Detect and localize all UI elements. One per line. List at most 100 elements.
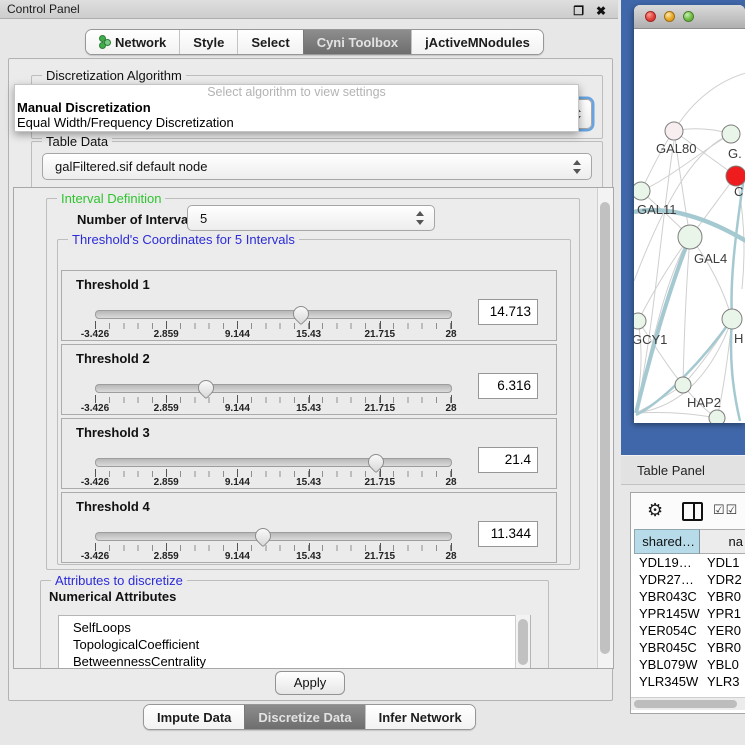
threshold-slider-track[interactable] [95, 532, 452, 541]
slider-major-ticks [95, 469, 451, 477]
slider-tick-label: 21.715 [365, 477, 396, 488]
zoom-traffic-light-icon[interactable] [683, 11, 694, 22]
slider-tick-label: 9.144 [225, 329, 250, 340]
cell-shared-name: YLR345W [634, 673, 700, 690]
close-traffic-light-icon[interactable] [645, 11, 656, 22]
num-intervals-spinner[interactable]: 5 [187, 205, 435, 231]
attributes-group-title: Attributes to discretize [51, 573, 187, 588]
attribute-item-selfloops[interactable]: SelfLoops [73, 619, 530, 636]
table-row[interactable]: YDR27…YDR2 [634, 571, 745, 588]
tab-select[interactable]: Select [237, 30, 302, 54]
slider-major-ticks [95, 395, 451, 403]
slider-tick-label: 15.43 [296, 329, 321, 340]
column-header-shared[interactable]: shared… [634, 529, 700, 554]
table-row[interactable]: YIL052CYIL0 [634, 690, 745, 691]
network-node[interactable] [634, 182, 650, 200]
table-row[interactable]: YLR345WYLR3 [634, 673, 745, 690]
node-table: ⚙ ☑☑ shared… na YDL19…YDL1YDR27…YDR2YBR0… [630, 492, 745, 714]
network-node[interactable] [709, 410, 725, 423]
numerical-attributes-label: Numerical Attributes [49, 589, 176, 604]
network-node[interactable] [722, 125, 740, 143]
combo-arrows-icon [573, 160, 582, 174]
threshold-value-field[interactable]: 21.4 [478, 447, 538, 473]
tab-network[interactable]: Network [86, 30, 179, 54]
tab-discretize-data[interactable]: Discretize Data [244, 705, 364, 729]
tab-style[interactable]: Style [179, 30, 237, 54]
settings-scrollbar[interactable] [597, 188, 613, 668]
slider-tick-label: 28 [445, 329, 456, 340]
threshold-slider-track[interactable] [95, 384, 452, 393]
minimize-traffic-light-icon[interactable] [664, 11, 675, 22]
float-window-icon[interactable]: ❐ [573, 2, 584, 21]
tab-jactivemnodules[interactable]: jActiveMNodules [411, 30, 543, 54]
tab-infer-network[interactable]: Infer Network [365, 705, 475, 729]
network-canvas[interactable]: GAL80G.CGAL11GAL4GCY1HHAP2 [634, 29, 745, 423]
table-row[interactable]: YBL079WYBL0 [634, 656, 745, 673]
threshold-value-field[interactable]: 14.713 [478, 299, 538, 325]
bottom-tab-bar: Impute DataDiscretize DataInfer Network [143, 704, 476, 730]
table-row[interactable]: YDL19…YDL1 [634, 554, 745, 571]
threshold-panel-4: Threshold 4-3.4262.8599.14415.4321.71528… [61, 492, 557, 563]
interval-definition-title: Interval Definition [57, 191, 165, 206]
table-rows: YDL19…YDL1YDR27…YDR2YBR043CYBR0YPR145WYP… [634, 554, 745, 691]
interval-definition-group: Interval Definition Number of Intervals … [46, 198, 580, 570]
table-horizontal-scrollbar[interactable] [631, 697, 745, 710]
slider-tick-label: 9.144 [225, 551, 250, 562]
network-node[interactable] [726, 166, 745, 186]
table-data-combobox[interactable]: galFiltered.sif default node [42, 153, 592, 180]
slider-tick-label: 9.144 [225, 477, 250, 488]
close-icon[interactable]: ✖ [596, 2, 606, 21]
threshold-value-field[interactable]: 6.316 [478, 373, 538, 399]
cell-name: YBL0 [700, 656, 745, 673]
network-node[interactable] [722, 309, 742, 329]
algorithm-dropdown-popup: Select algorithm to view settings Manual… [14, 84, 579, 132]
attributes-list-scrollbar[interactable] [515, 615, 530, 669]
apply-button[interactable]: Apply [275, 671, 345, 695]
tab-select-label: Select [251, 35, 289, 50]
network-node[interactable] [675, 377, 691, 393]
cell-shared-name: YER054C [634, 622, 700, 639]
dropdown-option-equal-width-frequency-discretization[interactable]: Equal Width/Frequency Discretization [15, 115, 578, 130]
gear-icon[interactable]: ⚙ [647, 500, 663, 520]
dropdown-option-manual-discretization[interactable]: Manual Discretization [15, 100, 578, 115]
cell-shared-name: YBL079W [634, 656, 700, 673]
threshold-slider-track[interactable] [95, 458, 452, 467]
cell-name: YDR2 [700, 571, 745, 588]
threshold-value-field[interactable]: 11.344 [478, 521, 538, 547]
column-header-name[interactable]: na [700, 529, 745, 554]
cell-shared-name: YDL19… [634, 554, 700, 571]
table-panel-title: Table Panel [637, 463, 705, 478]
spinner-arrows-icon [416, 211, 425, 225]
tab-cyni-toolbox[interactable]: Cyni Toolbox [303, 30, 411, 54]
tab-impute-data[interactable]: Impute Data [144, 705, 244, 729]
network-node-label: C [734, 184, 743, 199]
network-node[interactable] [665, 122, 683, 140]
cell-shared-name: YDR27… [634, 571, 700, 588]
columns-icon[interactable] [682, 502, 703, 521]
table-row[interactable]: YBR043CYBR0 [634, 588, 745, 605]
tab-style-label: Style [193, 35, 224, 50]
table-row[interactable]: YPR145WYPR1 [634, 605, 745, 622]
network-node[interactable] [634, 313, 646, 329]
cell-name: YLR3 [700, 673, 745, 690]
attribute-item-betweennesscentrality[interactable]: BetweennessCentrality [73, 653, 530, 669]
table-row[interactable]: YER054CYER0 [634, 622, 745, 639]
dropdown-options: Manual DiscretizationEqual Width/Frequen… [15, 100, 578, 130]
cell-name: YDL1 [700, 554, 745, 571]
cyni-toolbox-pane: Discretization Algorithm Table Data galF… [8, 58, 613, 701]
attribute-item-topologicalcoefficient[interactable]: TopologicalCoefficient [73, 636, 530, 653]
network-node[interactable] [678, 225, 702, 249]
select-columns-checkboxes-icon[interactable]: ☑☑ [713, 502, 738, 518]
cell-shared-name: YBR045C [634, 639, 700, 656]
attributes-list: SelfLoopsTopologicalCoefficientBetweenne… [58, 615, 531, 669]
network-icon [99, 35, 109, 49]
cell-name: YBR0 [700, 639, 745, 656]
slider-tick-label: 15.43 [296, 551, 321, 562]
threshold-slider-track[interactable] [95, 310, 452, 319]
cell-name: YBR0 [700, 588, 745, 605]
control-panel-titlebar: Control Panel ❐ ✖ [0, 0, 618, 19]
cell-shared-name: YPR145W [634, 605, 700, 622]
algorithm-group-title: Discretization Algorithm [42, 68, 186, 83]
settings-viewport: Interval Definition Number of Intervals … [13, 187, 614, 669]
table-row[interactable]: YBR045CYBR0 [634, 639, 745, 656]
